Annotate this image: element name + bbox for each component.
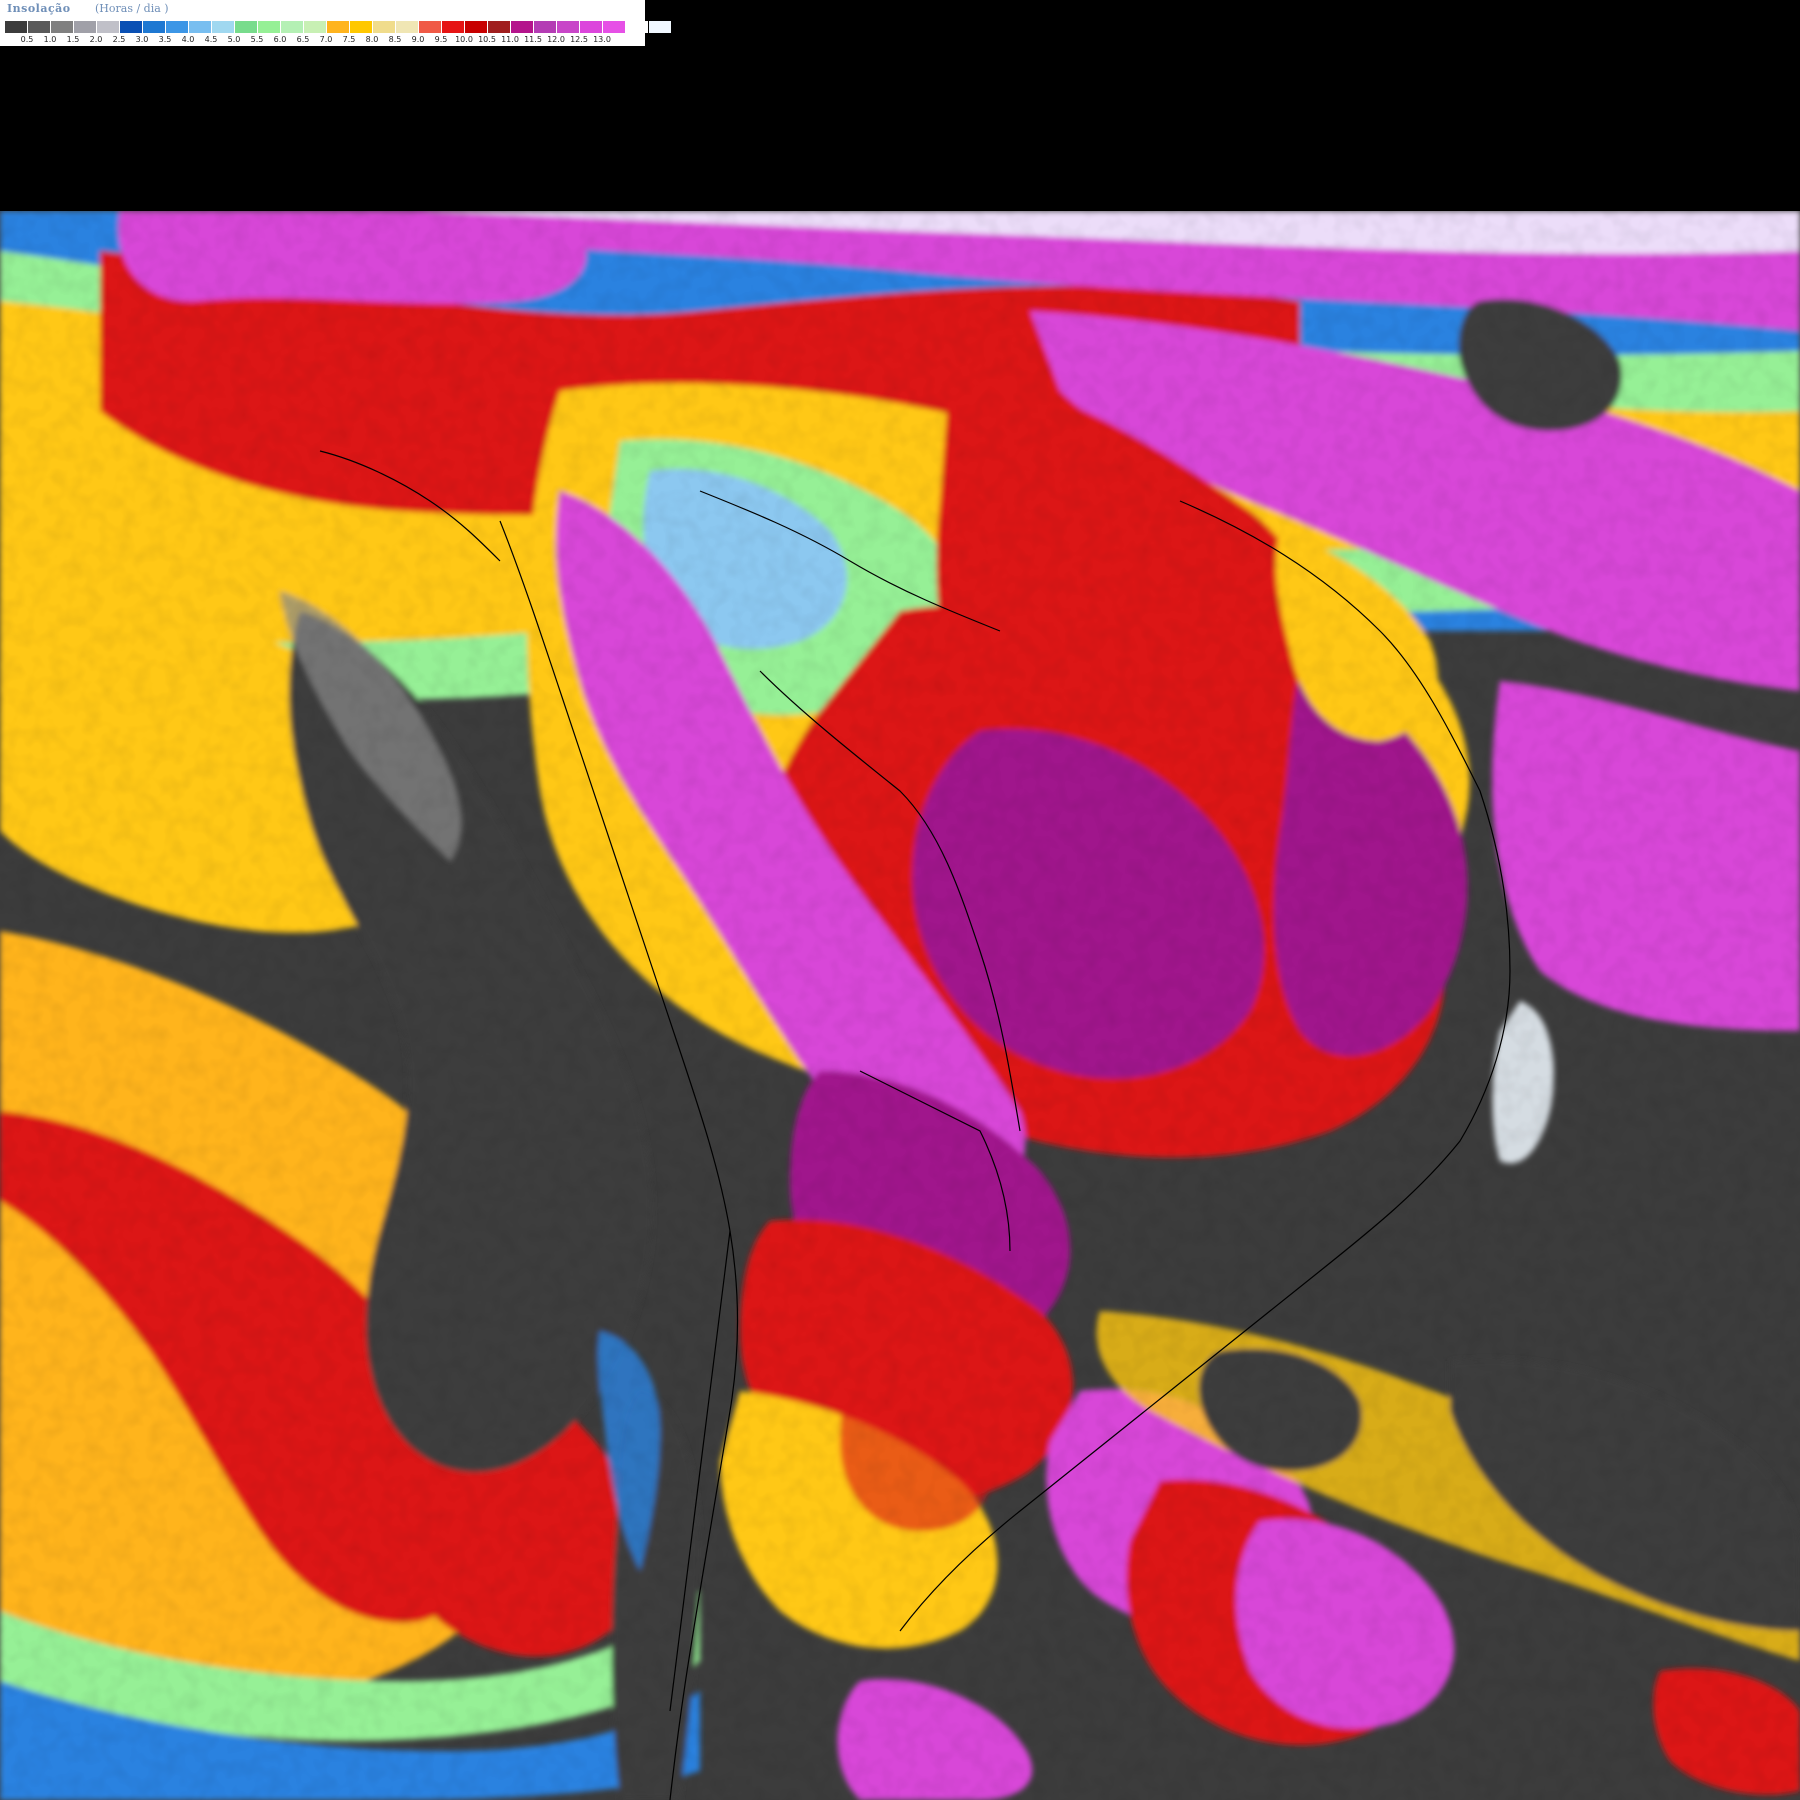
- legend-swatch: [189, 21, 211, 33]
- legend-swatch: [419, 21, 441, 33]
- legend-swatch: [373, 21, 395, 33]
- legend-tick-labels: 0.5 1.0 1.5 2.0 2.5 3.0 3.5 4.0 4.5 5.0 5.5 6.0 6.5 7…: [5, 35, 645, 45]
- legend-swatch: [626, 21, 648, 33]
- legend-swatch: [143, 21, 165, 33]
- legend-swatch: [350, 21, 372, 33]
- legend-swatch: [28, 21, 50, 33]
- legend-color-scale: [5, 21, 672, 33]
- legend-unit: (Horas / dia ): [95, 2, 169, 15]
- legend-swatch: [511, 21, 533, 33]
- legend-swatch: [166, 21, 188, 33]
- legend-swatch: [235, 21, 257, 33]
- legend-tick-label: 6.0: [273, 35, 287, 44]
- legend-tick-label: 3.5: [158, 35, 172, 44]
- legend-swatch: [557, 21, 579, 33]
- legend-tick-label: 12.5: [570, 35, 588, 44]
- legend-swatch: [74, 21, 96, 33]
- legend-tick-label: 0.5: [20, 35, 34, 44]
- legend-tick-label: 1.5: [66, 35, 80, 44]
- texture-overlay: [0, 211, 1800, 1800]
- legend-tick-label: 5.5: [250, 35, 264, 44]
- legend-title: Insolação: [7, 2, 71, 15]
- legend-tick-label: 3.0: [135, 35, 149, 44]
- legend-tick-label: 8.0: [365, 35, 379, 44]
- legend-tick-label: 11.0: [501, 35, 519, 44]
- insolation-map-image: [0, 211, 1800, 1800]
- legend-swatch: [304, 21, 326, 33]
- legend-swatch: [258, 21, 280, 33]
- legend-swatch: [396, 21, 418, 33]
- legend-tick-label: 1.0: [43, 35, 57, 44]
- legend-swatch: [442, 21, 464, 33]
- legend-swatch: [281, 21, 303, 33]
- insolation-legend: Insolação (Horas / dia ) 0.5 1.0 1.5 2.0 2.5…: [0, 0, 671, 46]
- legend-tick-label: 5.0: [227, 35, 241, 44]
- legend-tick-label: 8.5: [388, 35, 402, 44]
- legend-tick-label: 2.0: [89, 35, 103, 44]
- legend-swatch: [327, 21, 349, 33]
- legend-tick-label: 2.5: [112, 35, 126, 44]
- legend-tick-label: 4.5: [204, 35, 218, 44]
- legend-tick-label: 9.5: [434, 35, 448, 44]
- legend-swatch: [120, 21, 142, 33]
- legend-tick-label: 10.0: [455, 35, 473, 44]
- legend-swatch: [51, 21, 73, 33]
- legend-swatch: [97, 21, 119, 33]
- legend-tick-label: 12.0: [547, 35, 565, 44]
- legend-swatch: [5, 21, 27, 33]
- insolation-map: [0, 211, 1800, 1800]
- legend-tick-label: 13.0: [593, 35, 611, 44]
- legend-swatch: [488, 21, 510, 33]
- legend-tick-label: 7.0: [319, 35, 333, 44]
- legend-tick-label: 11.5: [524, 35, 542, 44]
- legend-swatch: [212, 21, 234, 33]
- legend-swatch: [603, 21, 625, 33]
- legend-tick-label: 6.5: [296, 35, 310, 44]
- legend-swatch: [649, 21, 671, 33]
- legend-tick-label: 7.5: [342, 35, 356, 44]
- legend-swatch: [465, 21, 487, 33]
- legend-tick-label: 4.0: [181, 35, 195, 44]
- legend-swatch: [534, 21, 556, 33]
- legend-tick-label: 9.0: [411, 35, 425, 44]
- legend-swatch: [580, 21, 602, 33]
- legend-tick-label: 10.5: [478, 35, 496, 44]
